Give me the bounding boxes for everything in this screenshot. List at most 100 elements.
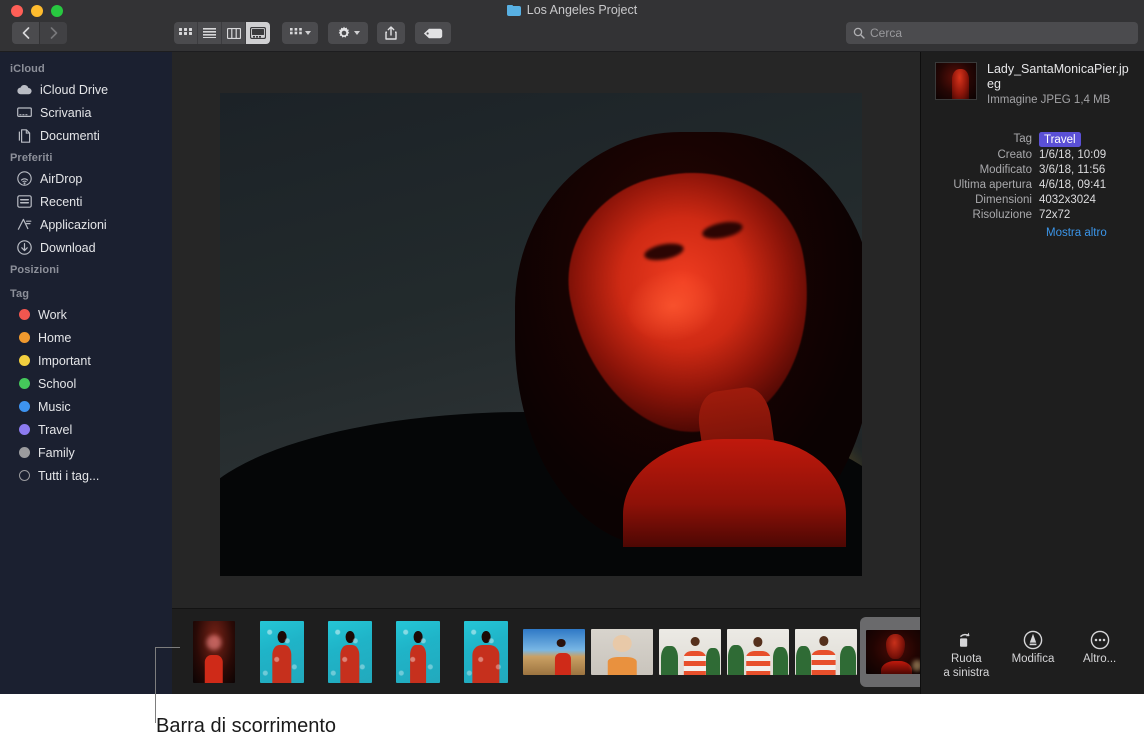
file-kind-size: Immagine JPEG 1,4 MB: [987, 94, 1132, 106]
sidebar-item-icloud-drive[interactable]: iCloud Drive: [0, 78, 172, 101]
sidebar-item-label: Download: [40, 241, 96, 255]
column-view-button[interactable]: [222, 22, 246, 44]
more-label: Altro...: [1069, 653, 1131, 667]
thumb-cell-7[interactable]: [588, 617, 656, 687]
sidebar-item-download[interactable]: Download: [0, 236, 172, 259]
thumb-10[interactable]: [795, 629, 857, 675]
icon-view-button[interactable]: [174, 22, 198, 44]
metadata-label: Creato: [921, 148, 1039, 162]
thumb-cell-1[interactable]: [180, 617, 248, 687]
thumb-11[interactable]: [866, 630, 924, 674]
tag-color-dot-icon: [19, 355, 30, 366]
thumb-9[interactable]: [727, 629, 789, 675]
thumb-5[interactable]: [464, 621, 508, 683]
thumb-cell-4[interactable]: [384, 617, 452, 687]
sidebar-item-label: Music: [38, 400, 71, 414]
sidebar-item-tag-travel[interactable]: Travel: [0, 418, 172, 441]
applications-icon: [17, 217, 32, 232]
sidebar-item-label: School: [38, 377, 76, 391]
file-name: Lady_SantaMonicaPier.jpeg: [987, 62, 1132, 92]
sidebar-item-label: Recenti: [40, 195, 82, 209]
thumb-2[interactable]: [260, 621, 304, 683]
chevron-left-icon: [22, 27, 30, 39]
sidebar-item-tag-home[interactable]: Home: [0, 326, 172, 349]
sidebar-item-tag-school[interactable]: School: [0, 372, 172, 395]
sidebar-item-tag-all[interactable]: Tutti i tag...: [0, 464, 172, 487]
thumb-cell-10[interactable]: [792, 617, 860, 687]
markup-button[interactable]: Modifica: [1002, 628, 1064, 680]
show-more-link[interactable]: Mostra altro: [921, 227, 1130, 239]
navigation-buttons: [12, 22, 67, 44]
sidebar-item-tag-music[interactable]: Music: [0, 395, 172, 418]
filmstrip-thumbnails: [180, 617, 930, 687]
thumb-7[interactable]: [591, 629, 653, 675]
rotate-left-label-line2: a sinistra: [935, 667, 997, 681]
metadata-label: Risoluzione: [921, 208, 1039, 222]
search-placeholder: Cerca: [870, 26, 902, 40]
metadata-label: Modificato: [921, 163, 1039, 177]
folder-icon: [507, 5, 521, 16]
sidebar-item-documenti[interactable]: Documenti: [0, 124, 172, 147]
metadata-row-tag: Tag Travel: [921, 132, 1130, 147]
sidebar-item-label: Family: [38, 446, 75, 460]
gallery-view-button[interactable]: [246, 22, 270, 44]
gallery-area: [172, 52, 920, 694]
thumb-cell-2[interactable]: [248, 617, 316, 687]
thumb-3[interactable]: [328, 621, 372, 683]
list-view-button[interactable]: [198, 22, 222, 44]
sidebar-item-label: Tutti i tag...: [38, 469, 99, 483]
sidebar-item-label: AirDrop: [40, 172, 82, 186]
group-by-button[interactable]: [282, 22, 318, 44]
more-button[interactable]: Altro...: [1069, 628, 1131, 680]
photo-subject: [515, 132, 862, 547]
thumb-4[interactable]: [396, 621, 440, 683]
sidebar-item-label: Home: [38, 331, 71, 345]
share-button[interactable]: [377, 22, 405, 44]
documents-icon: [17, 128, 32, 143]
thumb-cell-3[interactable]: [316, 617, 384, 687]
thumb-cell-6[interactable]: [520, 617, 588, 687]
rotate-left-label-line1: Ruota: [935, 653, 997, 667]
sidebar-item-scrivania[interactable]: Scrivania: [0, 101, 172, 124]
info-actions: Ruota a sinistra Modifica: [921, 628, 1144, 680]
sidebar-item-tag-important[interactable]: Important: [0, 349, 172, 372]
back-button[interactable]: [12, 22, 39, 44]
chevron-down-icon: [305, 31, 311, 35]
forward-button[interactable]: [40, 22, 67, 44]
thumb-cell-9[interactable]: [724, 617, 792, 687]
thumb-cell-8[interactable]: [656, 617, 724, 687]
window-title-text: Los Angeles Project: [527, 3, 638, 17]
metadata-value: 72x72: [1039, 208, 1070, 222]
thumb-cell-5[interactable]: [452, 617, 520, 687]
sidebar-item-recenti[interactable]: Recenti: [0, 190, 172, 213]
metadata-list: Tag Travel Creato 1/6/18, 10:09 Modifica…: [921, 132, 1144, 239]
clock-recent-icon: [17, 194, 32, 209]
tag-color-dot-icon: [19, 309, 30, 320]
chevron-right-icon: [50, 27, 58, 39]
sidebar-item-applicazioni[interactable]: Applicazioni: [0, 213, 172, 236]
sidebar-header-tag: Tag: [0, 283, 172, 303]
list-icon: [203, 28, 216, 38]
sidebar-item-label: Travel: [38, 423, 72, 437]
sidebar-item-tag-work[interactable]: Work: [0, 303, 172, 326]
thumb-8[interactable]: [659, 629, 721, 675]
cloud-icon: [17, 82, 32, 97]
action-menu-button[interactable]: [328, 22, 368, 44]
view-switcher: [174, 22, 270, 44]
status-badge[interactable]: Travel: [1039, 132, 1081, 147]
thumb-6[interactable]: [523, 629, 585, 675]
metadata-value: 4032x3024: [1039, 193, 1096, 207]
sidebar-item-tag-family[interactable]: Family: [0, 441, 172, 464]
preview-image[interactable]: [220, 93, 862, 576]
filmstrip: [172, 608, 920, 694]
sidebar-item-airdrop[interactable]: AirDrop: [0, 167, 172, 190]
rotate-left-icon: [935, 628, 997, 652]
rotate-left-button[interactable]: Ruota a sinistra: [935, 628, 997, 680]
search-field[interactable]: Cerca: [846, 22, 1138, 44]
tag-button[interactable]: [415, 22, 451, 44]
desktop-icon: [17, 105, 32, 120]
tag-icon: [423, 28, 443, 39]
thumb-1[interactable]: [193, 621, 235, 683]
sidebar-item-label: Documenti: [40, 129, 100, 143]
tag-color-dot-icon: [19, 401, 30, 412]
